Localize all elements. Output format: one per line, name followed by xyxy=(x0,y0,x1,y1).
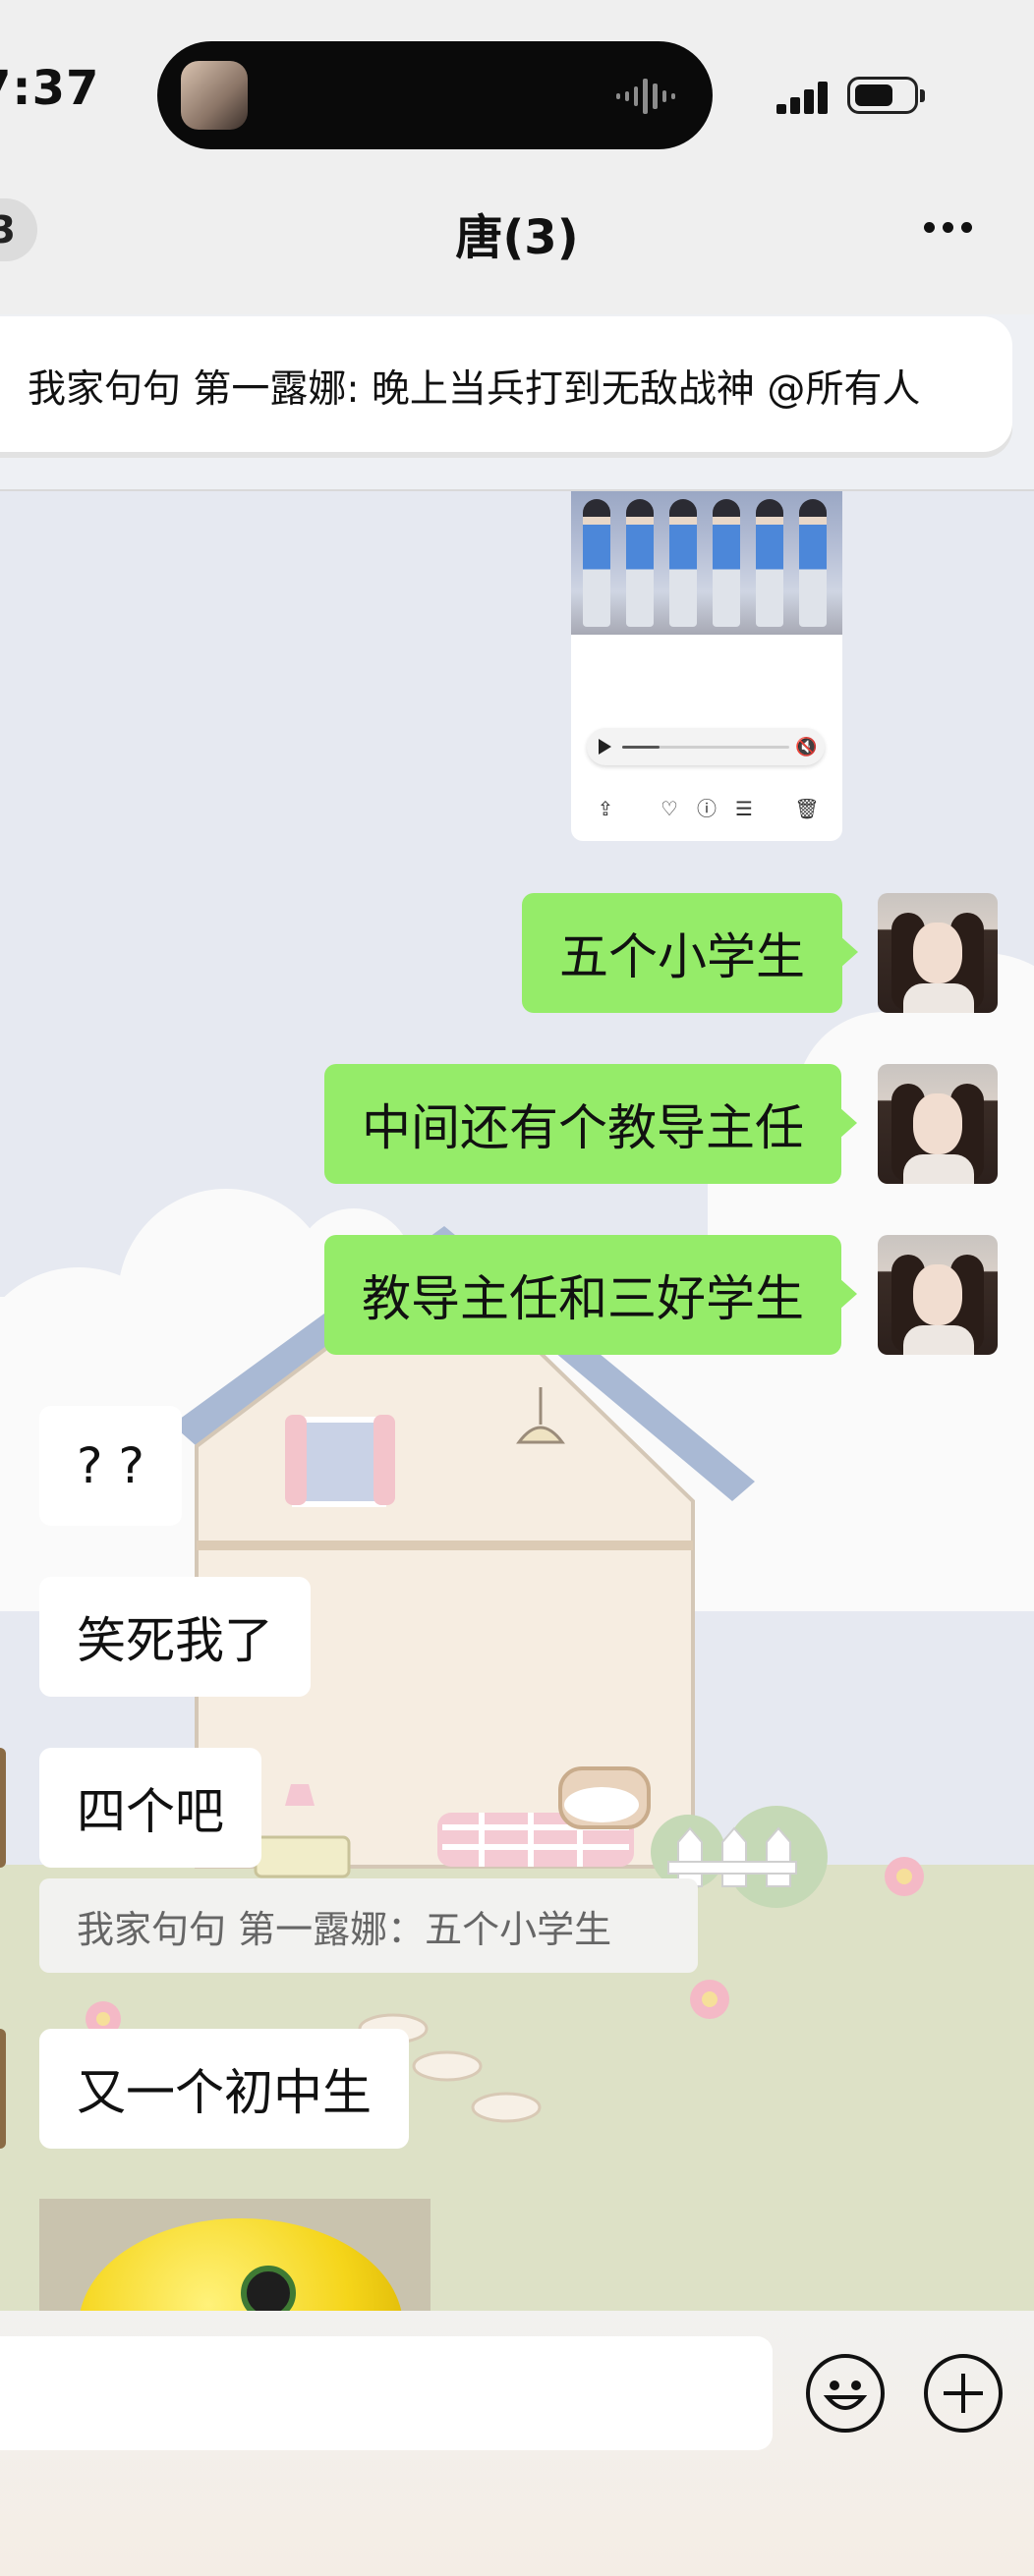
video-progress-fill xyxy=(622,746,660,749)
share-icon[interactable]: ⇪ xyxy=(591,794,620,823)
adjust-icon[interactable]: ☰ xyxy=(729,794,759,823)
avatar[interactable] xyxy=(0,1748,6,1868)
avatar[interactable] xyxy=(878,1235,998,1355)
trash-icon[interactable]: 🗑 xyxy=(792,794,822,823)
plus-circle-icon[interactable] xyxy=(924,2354,1003,2433)
play-icon[interactable] xyxy=(599,739,611,755)
chat-title: 唐(3) xyxy=(455,210,579,265)
now-playing-artwork xyxy=(181,61,248,130)
message-bubble-incoming[interactable]: 又一个初中生 xyxy=(39,2029,409,2149)
message-bubble-incoming[interactable]: ? ? xyxy=(39,1406,182,1526)
dynamic-island[interactable] xyxy=(157,41,713,149)
avatar[interactable] xyxy=(878,1064,998,1184)
message-bubble-incoming[interactable]: 四个吧 xyxy=(39,1748,261,1868)
info-icon[interactable]: ⓘ xyxy=(692,794,721,823)
more-horizontal-icon[interactable] xyxy=(924,218,981,242)
avatar[interactable] xyxy=(0,2029,6,2149)
pinned-announcement-text: 我家句句 第一露娜: 晚上当兵打到无敌战神 @所有人 xyxy=(28,367,921,412)
cellular-signal-icon xyxy=(776,82,828,114)
sticker-image[interactable] xyxy=(39,2199,431,2311)
quoted-reply[interactable]: 我家句句 第一露娜：五个小学生 xyxy=(39,1878,698,1973)
message-bubble-outgoing[interactable]: 中间还有个教导主任 xyxy=(324,1064,857,1184)
mute-icon[interactable]: 🔇 xyxy=(795,737,817,757)
avatar[interactable] xyxy=(878,893,998,1013)
message-bubble-outgoing[interactable]: 五个小学生 xyxy=(522,893,858,1013)
emoji-icon[interactable] xyxy=(806,2354,885,2433)
shared-video-card[interactable] xyxy=(571,491,842,841)
audio-waveform-icon xyxy=(616,79,675,114)
video-player-controls[interactable]: 🔇 xyxy=(587,728,825,765)
message-bubble-incoming[interactable]: 笑死我了 xyxy=(39,1577,311,1697)
heart-icon[interactable]: ♡ xyxy=(655,794,684,823)
battery-icon xyxy=(847,77,925,114)
message-input[interactable] xyxy=(0,2336,773,2450)
status-time: 7:37 xyxy=(0,61,100,116)
message-bubble-outgoing[interactable]: 教导主任和三好学生 xyxy=(324,1235,857,1355)
video-thumbnail[interactable] xyxy=(571,491,842,635)
